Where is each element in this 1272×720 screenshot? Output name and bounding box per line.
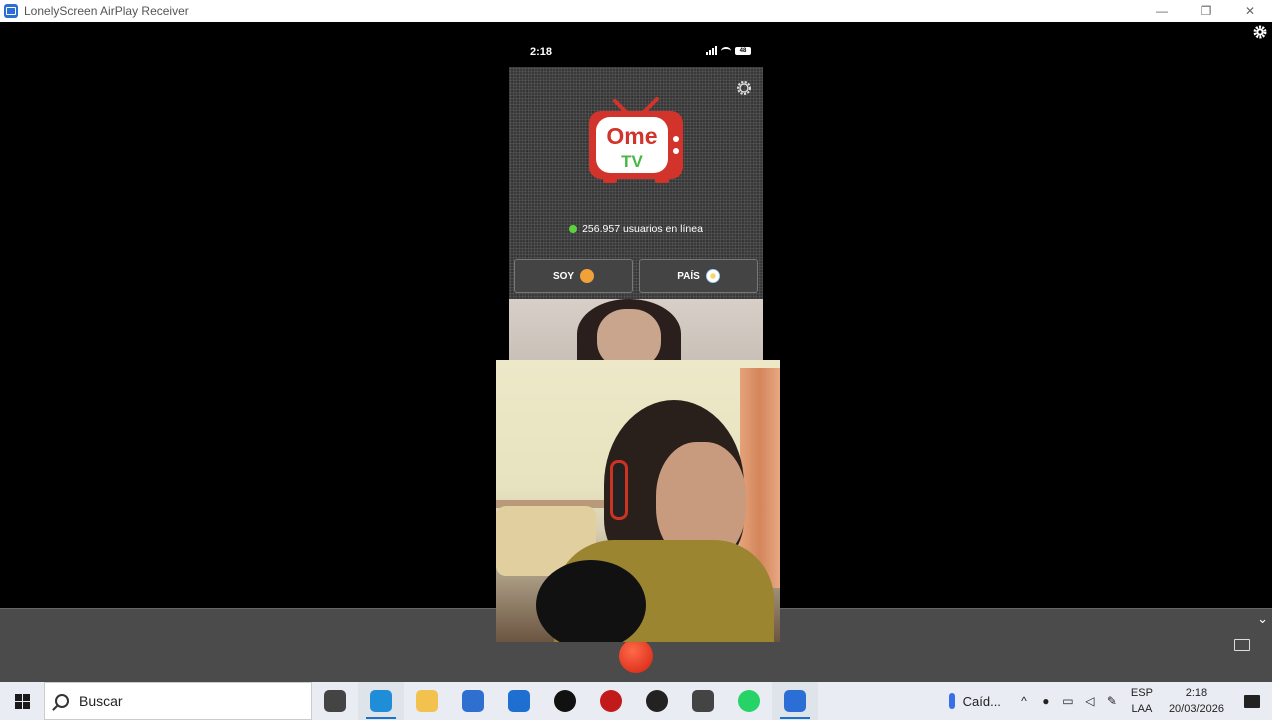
signal-icon <box>706 46 717 55</box>
system-tray: Caíd... ^ ● ▭ ◁ ✎ ESP LAA 2:18 20/03/202… <box>948 682 1272 720</box>
online-users: 256.957 usuarios en línea <box>509 223 763 235</box>
outlook-icon <box>508 690 530 712</box>
pen-icon[interactable]: ✎ <box>1101 682 1123 720</box>
weather-text: Caíd... <box>962 693 1001 709</box>
taskbar-search[interactable]: Buscar <box>44 682 312 720</box>
taskbar-app-outlook[interactable] <box>496 682 542 720</box>
lonelyscreen-app-icon <box>4 4 18 18</box>
wifi-icon <box>721 46 731 55</box>
notification-icon <box>1244 694 1260 708</box>
minimize-button[interactable]: — <box>1140 0 1184 22</box>
keyboard-layout: LAA <box>1131 703 1153 715</box>
taskbar-app-edge[interactable] <box>358 682 404 720</box>
settings-gear-icon[interactable] <box>1252 24 1268 40</box>
windows-logo-icon <box>14 693 30 709</box>
soy-button[interactable]: SOY <box>514 259 633 293</box>
search-icon <box>55 694 69 708</box>
lonelyscreen-icon <box>784 690 806 712</box>
task-view-icon <box>324 690 346 712</box>
phone-status-time: 2:18 <box>530 46 553 58</box>
logo-text-ome: Ome <box>606 123 657 149</box>
microphone-icon[interactable]: ● <box>1035 682 1057 720</box>
whatsapp-icon <box>738 690 760 712</box>
ometv-panel: Ome TV 256.957 usuarios en línea SOY PAÍ… <box>509 67 763 299</box>
edge-icon <box>370 690 392 712</box>
thermometer-icon <box>948 693 955 709</box>
show-hidden-icons-chevron-icon[interactable]: ^ <box>1013 682 1035 720</box>
taskbar-app-tiktok[interactable] <box>542 682 588 720</box>
clock-date: 20/03/2026 <box>1168 703 1224 715</box>
record-app-icon <box>646 690 668 712</box>
battery-icon: 48 <box>735 46 751 55</box>
window-titlebar: LonelyScreen AirPlay Receiver — ❐ ✕ <box>0 0 1272 22</box>
online-dot-icon <box>569 225 578 233</box>
search-placeholder: Buscar <box>79 693 123 709</box>
taskbar-app-whatsapp[interactable] <box>726 682 772 720</box>
red-app-icon <box>600 690 622 712</box>
webcam-overlay <box>496 360 780 642</box>
tiktok-icon <box>554 690 576 712</box>
phone-status-icons: 48 <box>706 46 751 55</box>
taskbar-app-microsoft-store[interactable] <box>450 682 496 720</box>
network-icon[interactable]: ▭ <box>1057 682 1079 720</box>
volume-icon[interactable]: ◁ <box>1079 682 1101 720</box>
microsoft-store-icon <box>462 690 484 712</box>
taskbar-app-lonelyscreen[interactable] <box>772 682 818 720</box>
restore-button[interactable]: ❐ <box>1184 0 1228 22</box>
taskbar-app-record-app[interactable] <box>634 682 680 720</box>
folder-icon[interactable] <box>1234 639 1250 651</box>
weather-widget[interactable]: Caíd... <box>948 693 1001 709</box>
close-button[interactable]: ✕ <box>1228 0 1272 22</box>
window-title: LonelyScreen AirPlay Receiver <box>24 4 189 18</box>
taskbar-apps <box>312 682 818 720</box>
collapse-chevron-icon[interactable]: ⌄ <box>1257 611 1268 627</box>
flag-icon <box>705 269 720 283</box>
pais-button-label: PAÍS <box>677 270 700 282</box>
start-button[interactable] <box>0 682 44 720</box>
taskbar-app-red-app[interactable] <box>588 682 634 720</box>
notifications-button[interactable] <box>1232 682 1272 720</box>
soy-button-label: SOY <box>552 270 575 282</box>
taskbar-app-settings[interactable] <box>680 682 726 720</box>
remote-video <box>509 299 763 361</box>
window-controls: — ❐ ✕ <box>1140 0 1272 22</box>
ometv-logo: Ome TV <box>589 97 683 183</box>
clock-time: 2:18 <box>1185 687 1208 699</box>
settings-icon <box>692 690 714 712</box>
person-emoji-icon <box>580 269 595 283</box>
record-button[interactable] <box>619 639 653 673</box>
windows-taskbar: Buscar Caíd... ^ ● ▭ ◁ ✎ ESP LAA 2:18 20… <box>0 682 1272 720</box>
language-indicator[interactable]: ESP LAA <box>1131 685 1153 717</box>
taskbar-app-task-view[interactable] <box>312 682 358 720</box>
taskbar-app-file-explorer[interactable] <box>404 682 450 720</box>
logo-text-tv: TV <box>621 152 643 171</box>
language-code: ESP <box>1130 687 1153 699</box>
ometv-settings-icon[interactable] <box>735 79 753 97</box>
pais-button[interactable]: PAÍS <box>639 259 758 293</box>
online-users-label: 256.957 usuarios en línea <box>582 223 703 235</box>
clock[interactable]: 2:18 20/03/2026 <box>1169 685 1224 717</box>
file-explorer-icon <box>416 690 438 712</box>
